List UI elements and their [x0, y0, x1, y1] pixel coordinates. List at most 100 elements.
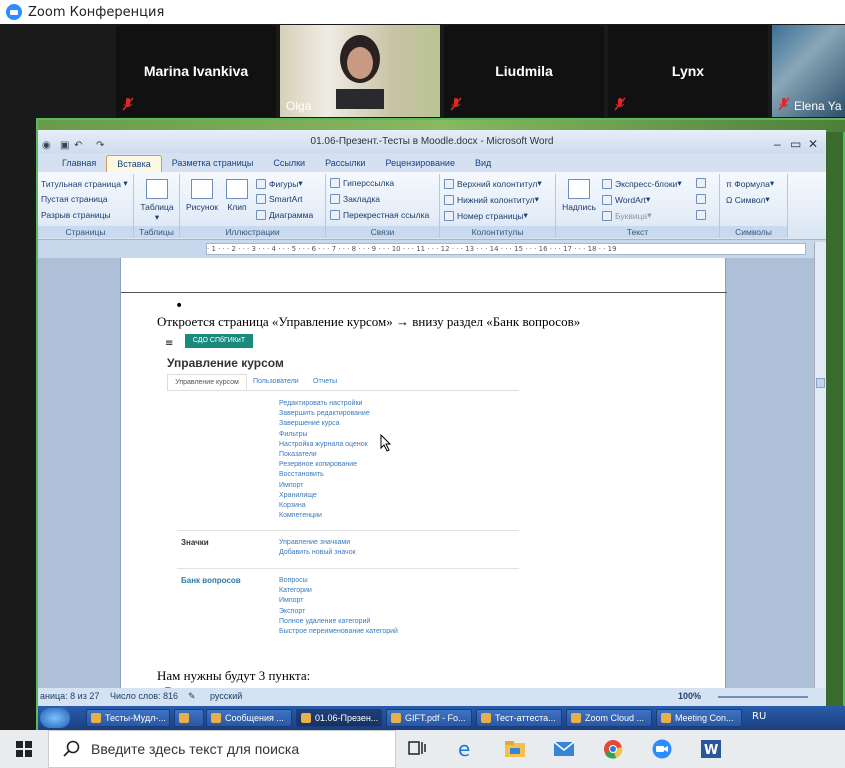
- participant-tile[interactable]: Lynx: [608, 25, 768, 117]
- object-icon[interactable]: [696, 210, 709, 220]
- question-bank-label: Банк вопросов: [181, 576, 241, 585]
- dropcap-icon: [602, 210, 612, 221]
- wordart-button[interactable]: WordArt ▾: [602, 194, 650, 205]
- textbox-icon: [568, 179, 590, 199]
- tab-insert[interactable]: Вставка: [106, 155, 162, 172]
- participant-name: Marina Ivankiva: [143, 63, 249, 79]
- table-icon: [146, 179, 168, 199]
- quick-parts-button[interactable]: Экспресс-блоки ▾: [602, 178, 682, 189]
- doc-paragraph: Нам нужны будут 3 пункта:: [157, 668, 311, 683]
- picture-button[interactable]: Рисунок: [184, 179, 220, 212]
- ribbon: Титульная страница ▾ Пустая страница Раз…: [38, 172, 826, 240]
- shapes-button[interactable]: Фигуры ▾: [256, 178, 303, 189]
- taskbar-item[interactable]: Meeting Con...: [656, 709, 742, 727]
- language-indicator[interactable]: русский: [210, 691, 242, 701]
- file-explorer-icon[interactable]: [504, 739, 526, 759]
- tab-page-layout[interactable]: Разметка страницы: [162, 155, 264, 172]
- date-time-icon[interactable]: [696, 194, 709, 204]
- moodle-link: Настройка журнала оценок: [279, 440, 368, 448]
- taskbar-item[interactable]: Zoom Cloud ...: [566, 709, 652, 727]
- vertical-scrollbar[interactable]: [814, 242, 826, 688]
- hyperlink-icon: [330, 178, 340, 188]
- muted-mic-icon: [778, 97, 790, 111]
- chart-icon: [256, 210, 266, 220]
- footer-button[interactable]: Нижний колонтитул ▾: [444, 194, 539, 205]
- table-button[interactable]: Таблица ▾: [138, 179, 176, 223]
- taskbar-item[interactable]: 01.06-Презен...: [296, 709, 382, 727]
- edge-browser-icon[interactable]: e: [456, 739, 478, 759]
- word-app-icon[interactable]: W: [700, 739, 722, 759]
- participant-tile[interactable]: Elena Ya: [772, 25, 845, 117]
- tab-mailings[interactable]: Рассылки: [315, 155, 375, 172]
- cross-reference-icon: [330, 210, 340, 220]
- zoom-app-icon[interactable]: [651, 739, 673, 759]
- horizontal-ruler[interactable]: · 1 · · · 2 · · · 3 · · · 4 · · · 5 · · …: [38, 240, 826, 258]
- taskbar-item[interactable]: Тест-аттеста...: [476, 709, 562, 727]
- group-label: Иллюстрации: [180, 226, 325, 238]
- tab-review[interactable]: Рецензирование: [375, 155, 465, 172]
- dropcap-button[interactable]: Буквица ▾: [602, 210, 652, 221]
- undo-icon[interactable]: ↶: [74, 134, 82, 151]
- tab-view[interactable]: Вид: [465, 155, 501, 172]
- smartart-button[interactable]: SmartArt: [256, 194, 303, 204]
- blank-page-button[interactable]: Пустая страница: [41, 194, 108, 204]
- muted-mic-icon: [450, 97, 462, 111]
- group-text: Надпись Экспресс-блоки ▾ WordArt ▾ Букви…: [556, 174, 720, 238]
- divider: [177, 530, 519, 531]
- textbox-button[interactable]: Надпись: [560, 179, 598, 212]
- bookmark-button[interactable]: Закладка: [330, 194, 380, 204]
- taskbar-search-box[interactable]: Введите здесь текст для поиска: [48, 730, 396, 768]
- cover-page-button[interactable]: Титульная страница ▾: [41, 178, 128, 189]
- signature-line-icon[interactable]: [696, 178, 709, 188]
- header-button[interactable]: Верхний колонтитул ▾: [444, 178, 542, 189]
- group-label: Символы: [720, 226, 787, 238]
- page-count[interactable]: аница: 8 из 27: [40, 691, 99, 701]
- taskbar-item[interactable]: [174, 709, 204, 727]
- windows-start-icon[interactable]: [16, 741, 32, 757]
- taskbar-item[interactable]: Сообщения ...: [206, 709, 292, 727]
- tab-home[interactable]: Главная: [52, 155, 106, 172]
- zoom-level[interactable]: 100%: [678, 691, 701, 701]
- mail-icon[interactable]: [553, 739, 575, 759]
- redo-icon[interactable]: ↷: [96, 134, 104, 151]
- zoom-title-bar: Zoom Конференция: [0, 0, 845, 24]
- symbol-button[interactable]: Ω Символ ▾: [726, 194, 770, 205]
- page-break-button[interactable]: Разрыв страницы: [41, 210, 111, 220]
- scroll-thumb[interactable]: [816, 378, 825, 388]
- participant-tile[interactable]: Marina Ivankiva: [116, 25, 276, 117]
- clipart-button[interactable]: Клип: [222, 179, 252, 212]
- tab-references[interactable]: Ссылки: [263, 155, 315, 172]
- page-number-button[interactable]: Номер страницы ▾: [444, 210, 528, 221]
- equation-button[interactable]: π Формула ▾: [726, 178, 774, 189]
- moodle-link: Показатели: [279, 451, 317, 459]
- participant-tile-video[interactable]: Olga: [280, 25, 440, 117]
- save-icon[interactable]: ▣: [60, 134, 69, 151]
- document-area: • Откроется страница «Управление курсом»…: [38, 258, 816, 688]
- svg-text:W: W: [704, 743, 718, 758]
- language-indicator[interactable]: RU: [752, 711, 766, 722]
- hyperlink-button[interactable]: Гиперссылка: [330, 178, 394, 188]
- cross-reference-button[interactable]: Перекрестная ссылка: [330, 210, 429, 220]
- chart-button[interactable]: Диаграмма: [256, 210, 313, 220]
- office-button-icon[interactable]: ◉: [42, 134, 51, 151]
- taskbar-item[interactable]: Тесты-Мудл-...: [86, 709, 170, 727]
- moodle-link: Экспорт: [279, 607, 306, 615]
- word-window: 01.06-Презент.-Тесты в Moodle.docx - Mic…: [38, 130, 826, 706]
- bullet-point: •: [175, 298, 184, 314]
- start-orb-icon[interactable]: [40, 708, 70, 728]
- zoom-slider[interactable]: [718, 696, 808, 698]
- moodle-brand: СДО СПбГИКиТ: [185, 334, 253, 348]
- chrome-icon[interactable]: [602, 739, 624, 759]
- word-count[interactable]: Число слов: 816: [110, 691, 178, 701]
- search-placeholder: Введите здесь текст для поиска: [91, 741, 300, 757]
- participant-tile[interactable]: Liudmila: [444, 25, 604, 117]
- spellcheck-icon[interactable]: ✎: [188, 691, 196, 702]
- document-page[interactable]: • Откроется страница «Управление курсом»…: [120, 258, 727, 688]
- search-icon: [63, 740, 80, 757]
- moodle-heading: Управление курсом: [167, 356, 284, 370]
- moodle-link: Хранилище: [279, 491, 317, 499]
- taskbar-item[interactable]: GIFT.pdf - Fo...: [386, 709, 472, 727]
- shapes-icon: [256, 178, 266, 189]
- task-view-icon[interactable]: [406, 739, 428, 759]
- group-links: Гиперссылка Закладка Перекрестная ссылка…: [326, 174, 440, 238]
